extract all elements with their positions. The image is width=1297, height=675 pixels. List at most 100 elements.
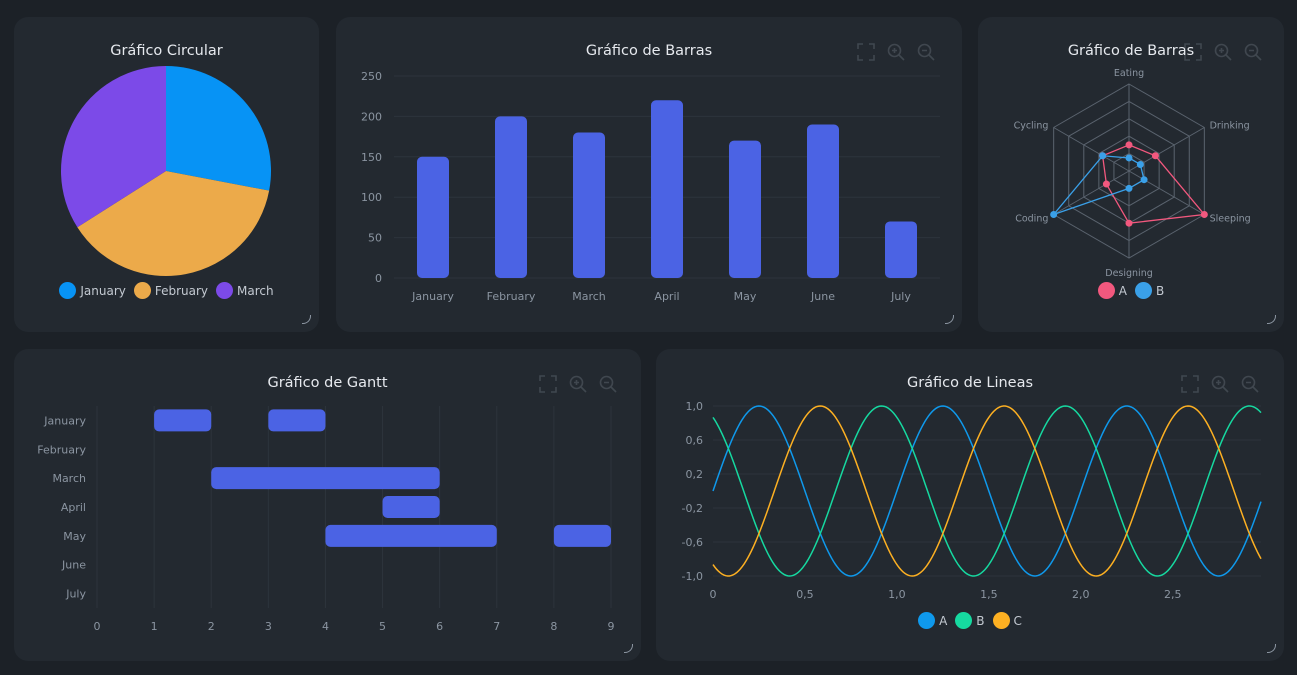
gantt-bar [325, 524, 497, 547]
y-tick-label: -1,0 [682, 570, 703, 583]
legend-swatch [59, 282, 77, 299]
radar-legend: AB [978, 282, 1284, 299]
legend-item[interactable]: A [1097, 282, 1127, 299]
legend-label: A [1118, 283, 1127, 298]
y-tick-label: July [65, 588, 86, 601]
legend-item[interactable]: February [133, 282, 209, 299]
x-tick-label: January [411, 290, 454, 303]
radar-axis-label: Drinking [1210, 120, 1250, 131]
legend-item[interactable]: A [918, 612, 947, 629]
line-series [712, 405, 1262, 577]
pie-chart-panel: Gráfico Circular January February March [14, 17, 319, 332]
y-tick-label: 1,0 [686, 400, 704, 413]
legend-swatch [955, 612, 973, 629]
radar-axis-label: Designing [1105, 268, 1153, 279]
radar-spoke [1128, 170, 1205, 215]
bar-chart-panel: Gráfico de Barras 0 50 100 150 200 250 January… [336, 17, 962, 332]
gantt-bar [268, 409, 326, 432]
x-tick-label: April [654, 290, 679, 303]
legend-swatch [133, 282, 151, 299]
radar-point [1136, 160, 1144, 168]
x-tick-label: 0,5 [796, 588, 814, 601]
y-tick-label: 0,2 [686, 468, 704, 481]
bar [651, 100, 683, 279]
x-tick-label: May [734, 290, 757, 303]
bar [885, 221, 917, 278]
y-tick-label: 0 [375, 272, 382, 285]
bar-chart: 0 50 100 150 200 250 January February March April… [361, 70, 940, 303]
gantt-bar [154, 409, 212, 432]
legend-item[interactable]: March [216, 282, 274, 299]
x-tick-label: 2,0 [1072, 588, 1090, 601]
gantt-chart: 0 1 2 3 4 5 6 7 8 9 January February March April May Ju… [37, 406, 615, 633]
y-tick-label: -0,2 [682, 502, 703, 515]
x-tick-label: March [572, 290, 606, 303]
legend-item[interactable]: B [955, 612, 985, 629]
legend-label: A [939, 613, 948, 628]
y-tick-label: 50 [368, 232, 382, 245]
x-tick-label: 6 [436, 620, 443, 633]
radar-axis-label: Coding [1015, 214, 1048, 225]
radar-point [1125, 184, 1133, 192]
legend-item[interactable]: C [992, 612, 1022, 629]
bar [495, 116, 527, 279]
x-tick-label: February [487, 290, 536, 303]
legend-item[interactable]: B [1134, 282, 1165, 299]
y-tick-label: 0,6 [686, 434, 704, 447]
x-tick-label: 1 [151, 620, 158, 633]
x-tick-label: July [890, 290, 911, 303]
x-tick-label: 1,0 [888, 588, 906, 601]
radar-point [1125, 219, 1133, 227]
y-tick-label: 200 [361, 110, 382, 123]
radar-point [1140, 176, 1148, 184]
x-tick-label: 1,5 [980, 588, 998, 601]
radar-axis-label: Sleeping [1210, 214, 1251, 225]
line-legend: A B C [656, 612, 1284, 629]
bar [807, 124, 839, 278]
pie-legend: January February March [14, 282, 319, 299]
x-tick-label: 5 [379, 620, 386, 633]
radar-point [1200, 211, 1208, 218]
legend-swatch [1097, 282, 1115, 299]
radar-point [1125, 154, 1133, 162]
x-tick-label: 8 [550, 620, 557, 633]
gantt-bar [553, 524, 611, 547]
legend-label: January [80, 283, 126, 298]
radar-axis-label: Cycling [1014, 120, 1049, 131]
x-tick-label: 3 [265, 620, 272, 633]
legend-swatch [918, 612, 936, 629]
legend-label: B [1155, 283, 1165, 298]
legend-swatch [1134, 282, 1152, 299]
x-tick-label: 4 [322, 620, 329, 633]
radar-point [1102, 180, 1110, 188]
bar [417, 156, 449, 278]
y-tick-label: -0,6 [682, 536, 703, 549]
radar-chart-panel: Eating Drinking Sleeping Designing Coding Cyc… [978, 17, 1284, 332]
radar-point [1050, 211, 1058, 218]
x-tick-label: 7 [493, 620, 500, 633]
radar-chart-title: Gráfico de Barras [1067, 43, 1195, 59]
y-tick-label: March [52, 472, 86, 485]
legend-item[interactable]: January [59, 282, 126, 299]
legend-label: March [237, 283, 274, 298]
line-series [712, 405, 1262, 577]
y-tick-label: February [37, 443, 86, 456]
radar-point [1151, 152, 1159, 160]
legend-label: February [154, 283, 209, 298]
gantt-bar [382, 496, 440, 518]
line-chart-panel: Gráfico de Lineas 1,0 0,6 0,2 -0,2 -0,6 -1,0 0… [656, 349, 1284, 661]
radar-point [1099, 152, 1107, 160]
x-tick-label: 9 [608, 620, 615, 633]
bar [729, 140, 761, 278]
y-tick-label: January [43, 414, 86, 427]
x-tick-label: June [810, 290, 835, 303]
gantt-bar [211, 467, 440, 490]
legend-label: C [1013, 613, 1022, 628]
y-tick-label: 100 [361, 191, 382, 204]
legend-swatch [216, 282, 234, 299]
gantt-chart-panel: Gráfico de Gantt 0 1 2 3 4 5 6 7 8 9 January Februa… [14, 349, 641, 661]
x-tick-label: 0 [94, 620, 101, 633]
legend-swatch [992, 612, 1010, 629]
bar [573, 132, 605, 278]
radar-point [1125, 141, 1133, 149]
